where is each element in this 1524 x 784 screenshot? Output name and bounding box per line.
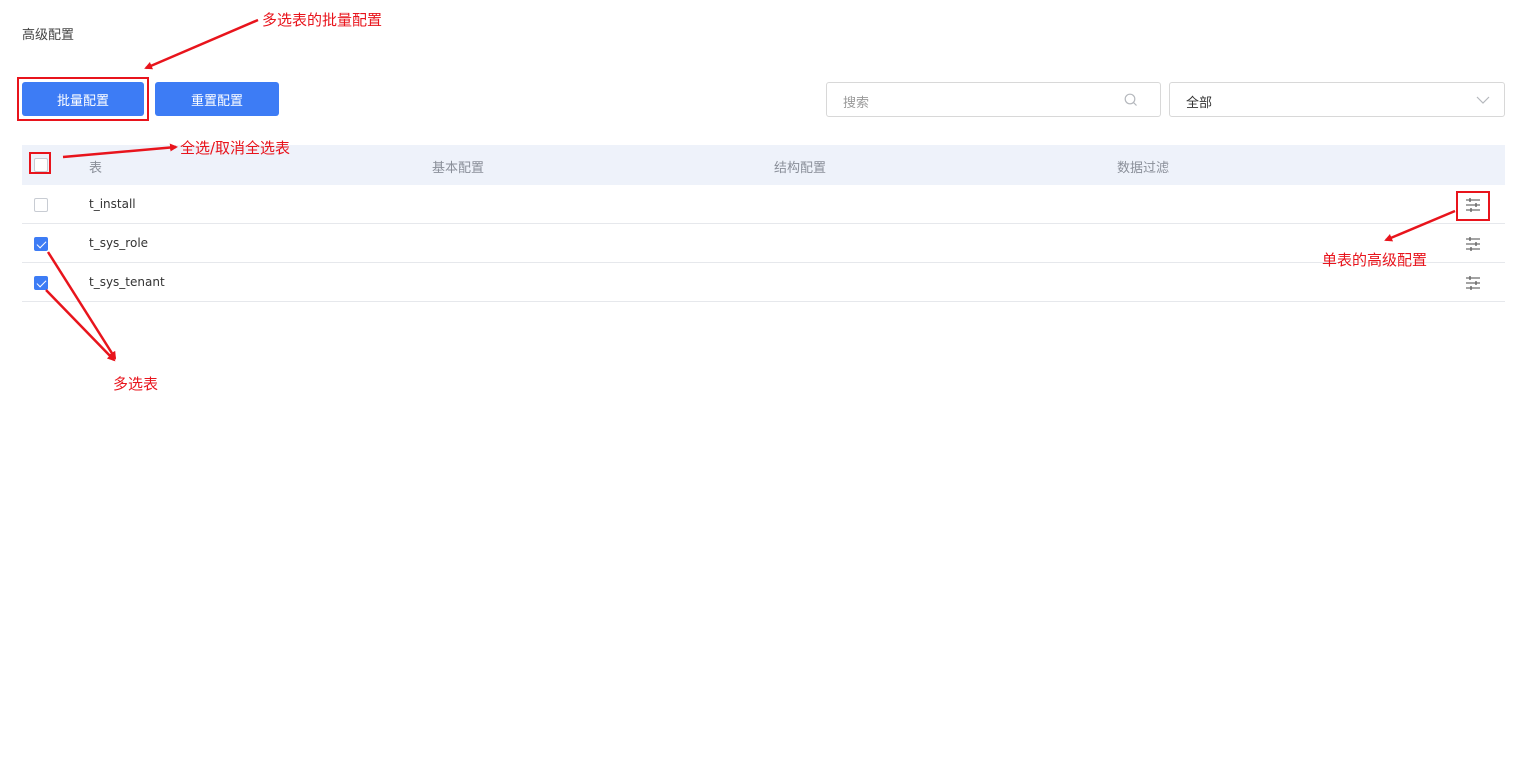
column-header-basic-config: 基本配置 <box>432 161 485 176</box>
table-name: t_install <box>89 197 136 211</box>
table-row: t_sys_role <box>22 224 1505 263</box>
sliders-icon[interactable] <box>1462 272 1484 294</box>
arrow-batch-config <box>144 18 259 70</box>
annotation-multi-select: 多选表 <box>113 375 159 393</box>
annotation-box-batch <box>17 77 149 121</box>
filter-select[interactable]: 全部 <box>1169 82 1505 117</box>
table-row: t_sys_tenant <box>22 263 1505 302</box>
column-header-table: 表 <box>89 161 103 176</box>
search-input[interactable]: 搜索 <box>826 82 1161 117</box>
page-title: 高级配置 <box>22 28 75 43</box>
annotation-box-select-all <box>29 152 51 174</box>
table-name: t_sys_tenant <box>89 275 165 289</box>
annotation-box-single-config <box>1456 191 1490 221</box>
search-placeholder: 搜索 <box>843 96 870 111</box>
column-header-structure-config: 结构配置 <box>774 161 827 176</box>
search-icon[interactable] <box>1124 93 1138 107</box>
annotation-single-config: 单表的高级配置 <box>1322 251 1428 269</box>
chevron-down-icon <box>1476 96 1490 104</box>
column-header-data-filter: 数据过滤 <box>1117 161 1170 176</box>
filter-select-value: 全部 <box>1186 96 1213 111</box>
annotation-overlay <box>45 18 1456 362</box>
row-checkbox[interactable] <box>34 198 48 212</box>
row-checkbox[interactable] <box>34 237 48 251</box>
annotation-select-all: 全选/取消全选表 <box>180 139 291 157</box>
table-name: t_sys_role <box>89 236 149 250</box>
annotation-batch-config: 多选表的批量配置 <box>262 11 383 29</box>
reset-config-button[interactable]: 重置配置 <box>155 82 279 116</box>
table-row: t_install <box>22 185 1505 224</box>
row-checkbox[interactable] <box>34 276 48 290</box>
sliders-icon[interactable] <box>1462 233 1484 255</box>
